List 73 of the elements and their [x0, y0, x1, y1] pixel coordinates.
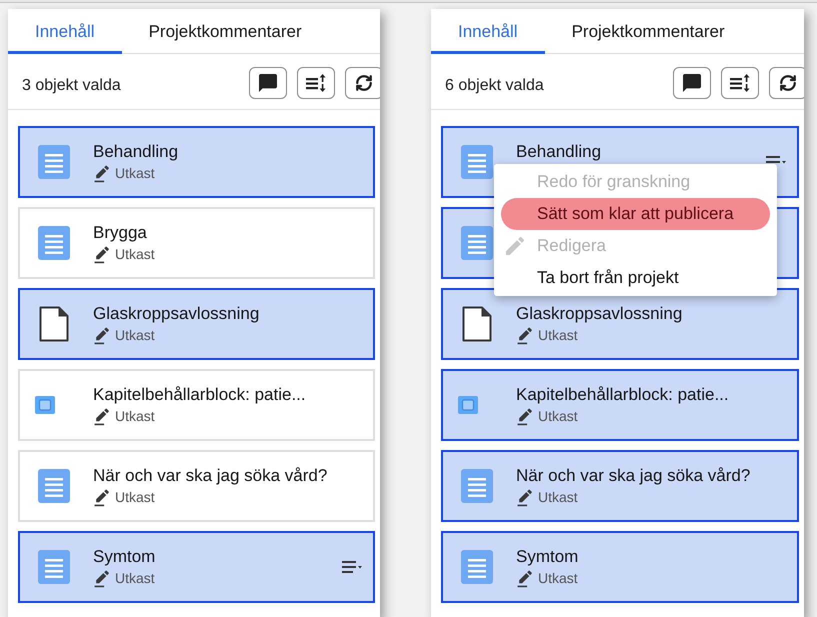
content-item[interactable]: Kapitelbehållarblock: patie... Utkast	[441, 369, 799, 441]
refresh-icon	[779, 74, 797, 92]
status-label: Utkast	[115, 488, 155, 507]
speech-bubble-icon	[683, 74, 701, 92]
pencil-icon	[93, 569, 112, 588]
pencil-icon	[516, 569, 535, 588]
status-label: Utkast	[115, 326, 155, 345]
refresh-button[interactable]	[769, 66, 804, 98]
page-icon	[39, 306, 69, 342]
status-label: Utkast	[538, 407, 578, 426]
speech-bubble-icon	[259, 74, 277, 92]
status-label: Utkast	[538, 488, 578, 507]
item-title: När och var ska jag söka vård?	[93, 465, 328, 487]
pencil-icon	[516, 488, 535, 507]
tab[interactable]: Innehåll	[431, 9, 545, 54]
item-title: Behandling	[516, 141, 602, 163]
content-item[interactable]: Kapitelbehållarblock: patie... Utkast	[18, 369, 375, 441]
selection-count: 3 objekt valda	[22, 76, 122, 96]
item-title: Kapitelbehållarblock: patie...	[93, 384, 307, 406]
content-item[interactable]: Behandling Utkast	[18, 126, 375, 198]
menu-item[interactable]: Sätt som klar att publicera	[501, 198, 770, 230]
item-title: Kapitelbehållarblock: patie...	[516, 384, 730, 406]
comment-button[interactable]	[673, 66, 711, 98]
item-title: Behandling	[93, 141, 180, 163]
content-item[interactable]: När och var ska jag söka vård? Utkast	[18, 450, 375, 522]
status-label: Utkast	[115, 164, 155, 183]
content-item[interactable]: Glaskroppsavlossning Utkast	[18, 288, 375, 360]
block-icon	[35, 396, 55, 414]
item-title: Symtom	[93, 546, 156, 568]
content-item[interactable]: Glaskroppsavlossning Utkast	[441, 288, 799, 360]
list-caret-icon	[342, 561, 362, 573]
block-icon	[458, 396, 478, 414]
item-title: Symtom	[516, 546, 580, 568]
document-icon	[38, 469, 70, 503]
status-label: Utkast	[115, 407, 155, 426]
document-icon	[461, 550, 493, 584]
pencil-icon	[93, 488, 112, 507]
selection-count: 6 objekt valda	[445, 76, 545, 96]
pencil-icon	[93, 326, 112, 345]
content-item[interactable]: Symtom Utkast	[18, 531, 375, 603]
refresh-icon	[355, 74, 373, 92]
document-icon	[38, 226, 70, 260]
item-title: När och var ska jag söka vård?	[516, 465, 752, 487]
tab[interactable]: Innehåll	[8, 9, 122, 54]
item-title: Glaskroppsavlossning	[93, 303, 260, 325]
item-menu-button[interactable]	[342, 561, 362, 573]
status-label: Utkast	[115, 245, 155, 264]
pencil-icon	[516, 326, 535, 345]
item-title: Glaskroppsavlossning	[516, 303, 684, 325]
item-title: Brygga	[93, 222, 148, 244]
pencil-icon	[93, 245, 112, 264]
pencil-icon	[506, 237, 524, 255]
status-label: Utkast	[538, 569, 578, 588]
sort-button[interactable]	[721, 66, 759, 98]
pencil-icon	[93, 407, 112, 426]
sort-icon	[730, 74, 750, 92]
sort-button[interactable]	[297, 66, 335, 98]
status-label: Utkast	[538, 326, 578, 345]
tab[interactable]: Projektkommentarer	[122, 9, 329, 54]
content-item[interactable]: När och var ska jag söka vård? Utkast	[441, 450, 799, 522]
content-item[interactable]: Symtom Utkast	[441, 531, 799, 603]
page-icon	[462, 306, 492, 342]
pencil-icon	[516, 407, 535, 426]
tab[interactable]: Projektkommentarer	[544, 9, 752, 54]
refresh-button[interactable]	[345, 66, 380, 98]
document-icon	[461, 469, 493, 503]
pencil-icon	[93, 164, 112, 183]
content-item[interactable]: Brygga Utkast	[18, 207, 375, 279]
document-icon	[38, 145, 70, 179]
sort-icon	[306, 74, 326, 92]
status-label: Utkast	[115, 569, 155, 588]
comment-button[interactable]	[249, 66, 287, 98]
document-icon	[38, 550, 70, 584]
